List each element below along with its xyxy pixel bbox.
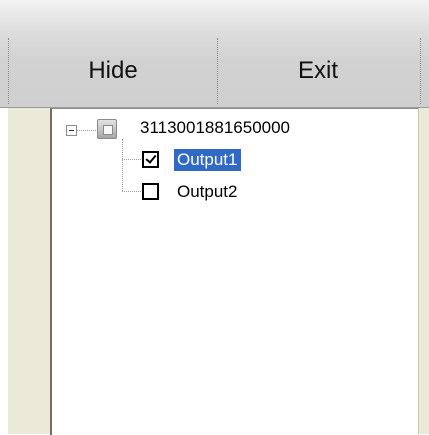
tree-view[interactable]: 3113001881650000 Output1 Output2: [50, 108, 418, 435]
tree-connector: [76, 130, 96, 131]
exit-button[interactable]: Exit: [218, 38, 418, 104]
tree-connector: [122, 191, 141, 192]
toolbar-separator: [8, 38, 9, 104]
right-side-panel: [418, 108, 429, 434]
left-side-panel: [8, 108, 50, 434]
hide-button[interactable]: Hide: [10, 38, 216, 104]
tree-item-output2[interactable]: Output2: [174, 181, 241, 203]
collapse-toggle-icon[interactable]: [66, 125, 77, 136]
output1-checkbox[interactable]: [142, 151, 159, 168]
tree-root-label[interactable]: 3113001881650000: [140, 118, 290, 138]
tree-item-output1[interactable]: Output1: [174, 149, 241, 171]
toolbar: Hide Exit: [0, 0, 429, 108]
output2-checkbox[interactable]: [142, 183, 159, 200]
toolbar-separator: [420, 38, 421, 104]
tree-connector: [122, 159, 141, 160]
device-icon: [97, 119, 117, 139]
tree-connector: [122, 139, 123, 191]
